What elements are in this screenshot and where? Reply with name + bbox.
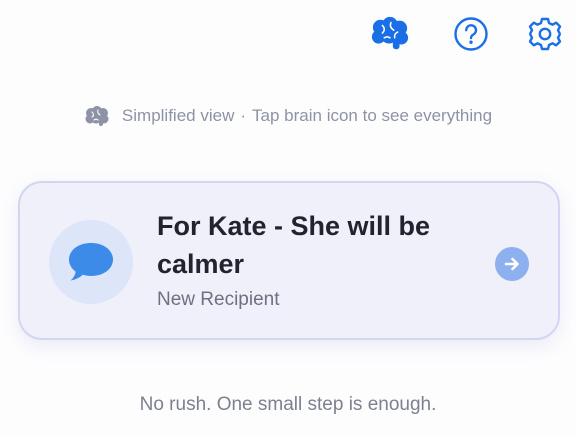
brain-small-icon bbox=[84, 106, 110, 126]
settings-button[interactable] bbox=[525, 14, 565, 54]
hint-mode-label: Simplified view bbox=[121, 106, 235, 125]
simplified-view-hint: Simplified view · Tap brain icon to see … bbox=[0, 106, 576, 126]
recipient-card[interactable]: For Kate - She will be calmer New Recipi… bbox=[18, 181, 560, 340]
arrow-right-icon bbox=[504, 257, 519, 271]
hint-instruction: Tap brain icon to see everything bbox=[252, 106, 493, 125]
speech-bubble-icon bbox=[69, 243, 113, 281]
encouragement-note: No rush. One small step is enough. bbox=[139, 394, 437, 415]
help-button[interactable] bbox=[451, 14, 491, 54]
question-mark-icon bbox=[454, 17, 488, 51]
hint-separator: · bbox=[240, 106, 247, 125]
card-title: For Kate - She will be calmer bbox=[157, 211, 431, 279]
brain-icon bbox=[371, 16, 409, 50]
gear-icon bbox=[528, 17, 562, 51]
card-icon-circle bbox=[49, 220, 133, 304]
app-screen: Simplified view · Tap brain icon to see … bbox=[0, 0, 576, 436]
card-open-button[interactable] bbox=[495, 247, 529, 281]
card-subtitle: New Recipient bbox=[157, 289, 280, 310]
brain-toggle-button[interactable] bbox=[370, 14, 410, 54]
